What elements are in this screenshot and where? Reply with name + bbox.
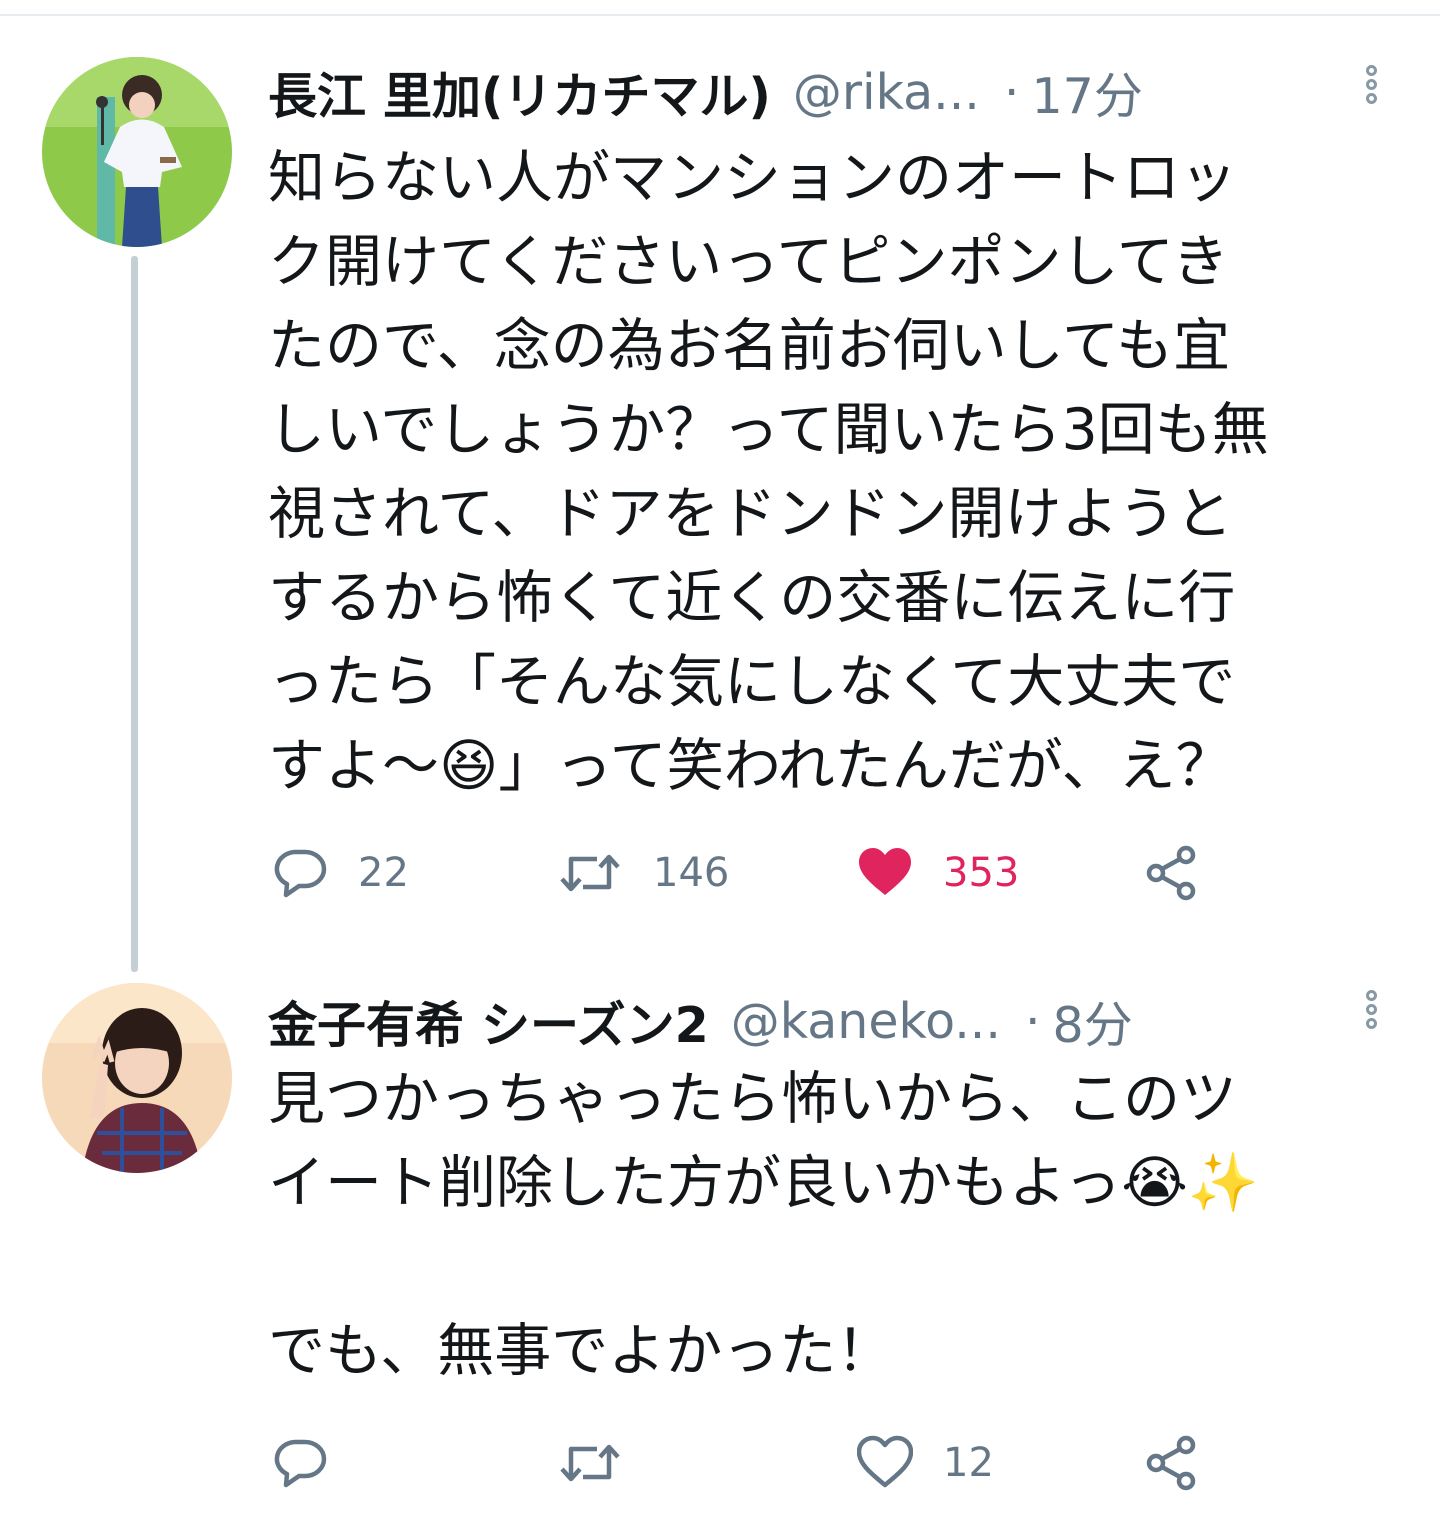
like-button[interactable]: 353 (857, 843, 1019, 903)
share-icon (1146, 1435, 1196, 1491)
avatar-photo (42, 57, 232, 247)
avatar-photo (42, 983, 232, 1173)
tweet-header: 金子有希 シーズン2 @kaneko... · 8分 (268, 981, 1368, 1061)
tweet-text: 見つかっちゃったら怖いから、このツ イート削除した方が良いかもよっ😭✨ でも、無… (268, 1066, 1259, 1384)
heart-icon (859, 848, 911, 895)
reply-count: 22 (358, 850, 409, 896)
share-button[interactable] (1144, 843, 1200, 903)
thread-connector-line (131, 256, 138, 972)
more-vertical-icon[interactable] (1360, 65, 1382, 115)
tweet-actions: 22 146 353 (272, 843, 1272, 903)
user-handle[interactable]: @kaneko... (731, 993, 1001, 1050)
more-vertical-icon[interactable] (1360, 990, 1382, 1040)
like-count: 12 (943, 1440, 994, 1486)
timestamp[interactable]: 8分 (1053, 986, 1133, 1057)
user-handle[interactable]: @rika... (793, 64, 980, 121)
timestamp[interactable]: 17分 (1031, 57, 1142, 128)
tweet-actions: 12 (272, 1433, 1272, 1493)
share-button[interactable] (1144, 1433, 1200, 1493)
meta-separator: · (1003, 63, 1020, 121)
meta-separator: · (1024, 992, 1041, 1050)
share-icon (1146, 845, 1196, 901)
retweet-button[interactable]: 146 (557, 843, 729, 903)
reply-bubble-icon (274, 849, 327, 898)
like-count: 353 (943, 850, 1020, 896)
heart-icon (857, 1435, 913, 1488)
retweet-icon (560, 1444, 620, 1482)
like-button[interactable]: 12 (857, 1433, 994, 1493)
tweet-header: 長江 里加(リカチマル) @rika... · 17分 (268, 52, 1368, 132)
reply-button[interactable] (272, 1433, 358, 1493)
avatar[interactable] (42, 983, 232, 1173)
retweet-count: 146 (653, 850, 730, 896)
top-divider (0, 14, 1440, 16)
avatar[interactable] (42, 57, 232, 247)
reply-bubble-icon (274, 1439, 327, 1488)
reply-button[interactable]: 22 (272, 843, 409, 903)
retweet-icon (560, 854, 620, 892)
display-name[interactable]: 金子有希 シーズン2 (268, 986, 709, 1057)
display-name[interactable]: 長江 里加(リカチマル) (268, 57, 771, 128)
retweet-button[interactable] (557, 1433, 653, 1493)
tweet-text: 知らない人がマンションのオートロッ ク開けてくださいってピンポンしてき たので、… (268, 145, 1269, 799)
